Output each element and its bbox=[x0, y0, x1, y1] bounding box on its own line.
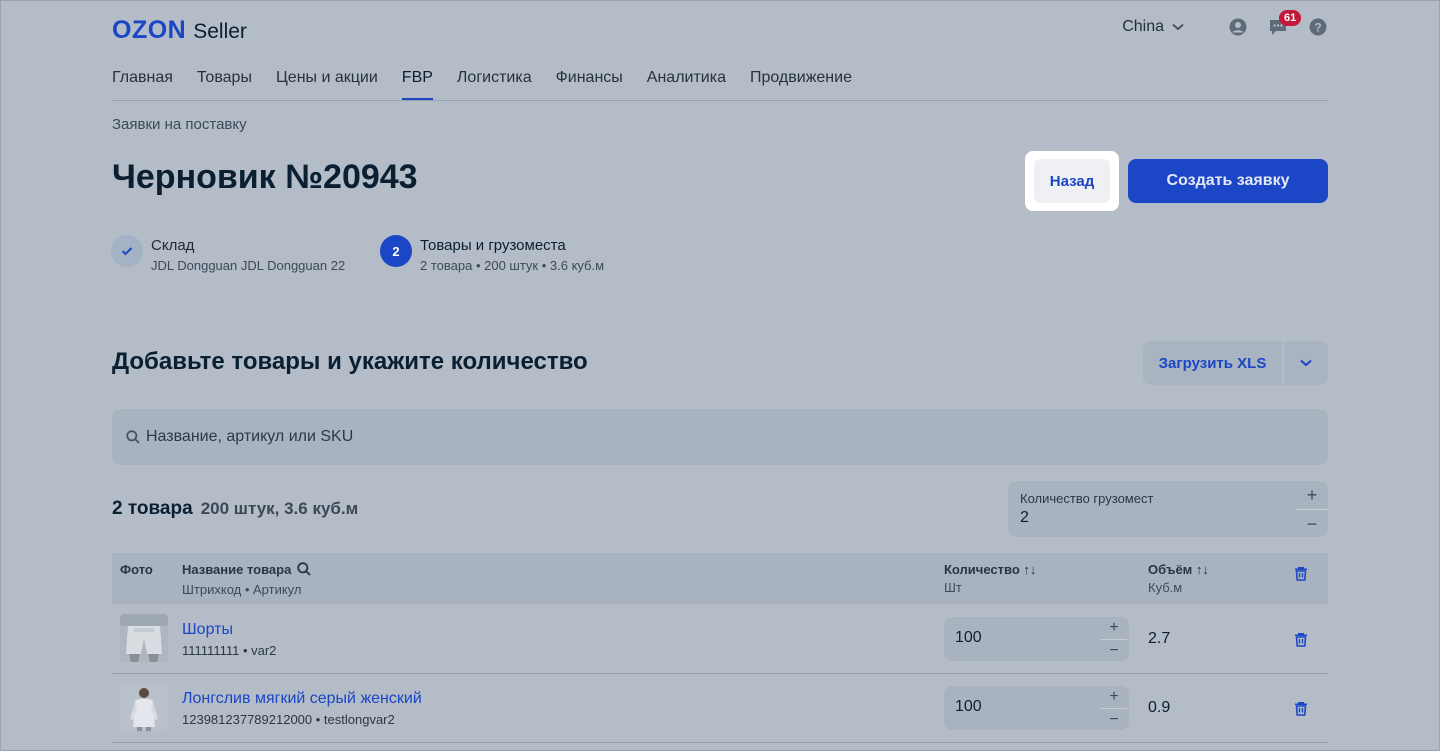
trash-icon[interactable] bbox=[1293, 565, 1309, 581]
volume-value: 0.9 bbox=[1148, 699, 1171, 716]
table-row: Лонгслив мягкий серый женский 1239812377… bbox=[112, 674, 1328, 743]
product-name-link[interactable]: Шорты bbox=[182, 621, 233, 639]
chevron-down-icon bbox=[1300, 359, 1312, 367]
cargo-value[interactable]: 2 bbox=[1020, 509, 1029, 527]
nav-item-finance[interactable]: Финансы bbox=[556, 60, 623, 99]
cargo-stepper: + − bbox=[1296, 481, 1328, 537]
nav-item-logistics[interactable]: Логистика bbox=[457, 60, 532, 99]
back-button-highlight: Назад bbox=[1025, 151, 1119, 211]
breadcrumb[interactable]: Заявки на поставку bbox=[112, 116, 247, 133]
summary-count: 2 товара bbox=[112, 498, 193, 519]
quantity-stepper: + − bbox=[1101, 617, 1127, 661]
nav-item-products[interactable]: Товары bbox=[197, 60, 252, 99]
back-button[interactable]: Назад bbox=[1034, 159, 1110, 203]
step-products[interactable]: 2 Товары и грузоместа 2 товара • 200 шту… bbox=[380, 235, 604, 273]
notification-badge: 61 bbox=[1279, 10, 1302, 26]
search-bar[interactable] bbox=[112, 409, 1328, 465]
column-name[interactable]: Название товара bbox=[182, 562, 311, 577]
minus-icon[interactable]: − bbox=[1296, 510, 1328, 538]
product-barcode-sku: 123981237789212000 • testlongvar2 bbox=[182, 712, 395, 727]
summary: 2 товара 200 штук, 3.6 куб.м bbox=[112, 498, 358, 520]
column-vol[interactable]: Объём ↑↓ bbox=[1148, 562, 1209, 577]
step-subtitle: JDL Dongguan JDL Dongguan 22 bbox=[151, 258, 346, 273]
quantity-field[interactable]: + − bbox=[944, 686, 1129, 730]
quantity-field[interactable]: + − bbox=[944, 617, 1129, 661]
column-vol-sub: Куб.м bbox=[1148, 580, 1183, 595]
column-qty[interactable]: Количество ↑↓ bbox=[944, 562, 1036, 577]
upload-dropdown-button[interactable] bbox=[1284, 341, 1328, 385]
trash-icon[interactable] bbox=[1293, 631, 1309, 647]
profile-icon[interactable] bbox=[1228, 17, 1248, 37]
quantity-input[interactable] bbox=[955, 629, 1095, 647]
header-actions: China 61 ? bbox=[1122, 10, 1328, 37]
nav-item-analytics[interactable]: Аналитика bbox=[647, 60, 726, 99]
product-photo[interactable] bbox=[120, 614, 168, 662]
check-icon bbox=[111, 235, 143, 267]
column-name-label: Название товара bbox=[182, 562, 292, 577]
plus-icon[interactable]: + bbox=[1101, 686, 1127, 709]
nav-item-prices[interactable]: Цены и акции bbox=[276, 60, 378, 99]
logo-brand: OZON bbox=[112, 16, 187, 44]
column-qty-sub: Шт bbox=[944, 580, 962, 595]
step-warehouse[interactable]: Склад JDL Dongguan JDL Dongguan 22 bbox=[111, 235, 345, 273]
plus-icon[interactable]: + bbox=[1101, 617, 1127, 640]
column-name-sub: Штрихкод • Артикул bbox=[182, 582, 302, 597]
logo-product: Seller bbox=[193, 20, 247, 43]
nav-item-fbp[interactable]: FBP bbox=[401, 60, 434, 100]
column-photo: Фото bbox=[120, 562, 153, 577]
cargo-label: Количество грузомест bbox=[1020, 491, 1154, 506]
table-row: Шорты 111111111 • var2 + − 2.7 bbox=[112, 605, 1328, 674]
country-selector[interactable]: China bbox=[1122, 18, 1184, 36]
product-barcode-sku: 111111111 • var2 bbox=[182, 643, 277, 658]
trash-icon[interactable] bbox=[1293, 700, 1309, 716]
minus-icon[interactable]: − bbox=[1101, 709, 1127, 731]
plus-icon[interactable]: + bbox=[1296, 481, 1328, 510]
chevron-down-icon bbox=[1172, 23, 1184, 31]
summary-detail: 200 штук, 3.6 куб.м bbox=[200, 499, 359, 518]
cargo-places-field[interactable]: Количество грузомест 2 + − bbox=[1008, 481, 1328, 537]
volume-value: 2.7 bbox=[1148, 630, 1171, 647]
step-title: Товары и грузоместа bbox=[420, 237, 566, 254]
main-nav: Главная Товары Цены и акции FBP Логистик… bbox=[112, 60, 1328, 101]
search-input[interactable] bbox=[146, 428, 1246, 446]
help-icon[interactable]: ? bbox=[1308, 17, 1328, 37]
country-label: China bbox=[1122, 18, 1164, 35]
step-title: Склад bbox=[151, 237, 195, 254]
search-icon[interactable] bbox=[297, 562, 311, 576]
product-photo[interactable] bbox=[120, 683, 168, 731]
product-name-link[interactable]: Лонгслив мягкий серый женский bbox=[182, 690, 422, 708]
nav-item-promotion[interactable]: Продвижение bbox=[750, 60, 852, 99]
nav-item-main[interactable]: Главная bbox=[112, 60, 173, 99]
quantity-input[interactable] bbox=[955, 698, 1095, 716]
step-subtitle: 2 товара • 200 штук • 3.6 куб.м bbox=[420, 258, 605, 273]
page: OZON Seller China 61 ? Главная Товары Це… bbox=[0, 0, 1440, 751]
search-icon bbox=[126, 430, 140, 444]
upload-xls-button[interactable]: Загрузить XLS bbox=[1143, 341, 1282, 385]
create-request-button[interactable]: Создать заявку bbox=[1128, 159, 1328, 203]
section-title: Добавьте товары и укажите количество bbox=[112, 348, 588, 375]
page-title: Черновик №20943 bbox=[112, 158, 418, 196]
chat-icon[interactable]: 61 bbox=[1268, 10, 1302, 37]
step-number: 2 bbox=[380, 235, 412, 267]
minus-icon[interactable]: − bbox=[1101, 640, 1127, 662]
ozon-seller-logo[interactable]: OZON Seller bbox=[112, 16, 247, 45]
quantity-stepper: + − bbox=[1101, 686, 1127, 730]
table-header: Фото Название товара Штрихкод • Артикул … bbox=[112, 553, 1328, 604]
svg-text:?: ? bbox=[1314, 21, 1321, 35]
